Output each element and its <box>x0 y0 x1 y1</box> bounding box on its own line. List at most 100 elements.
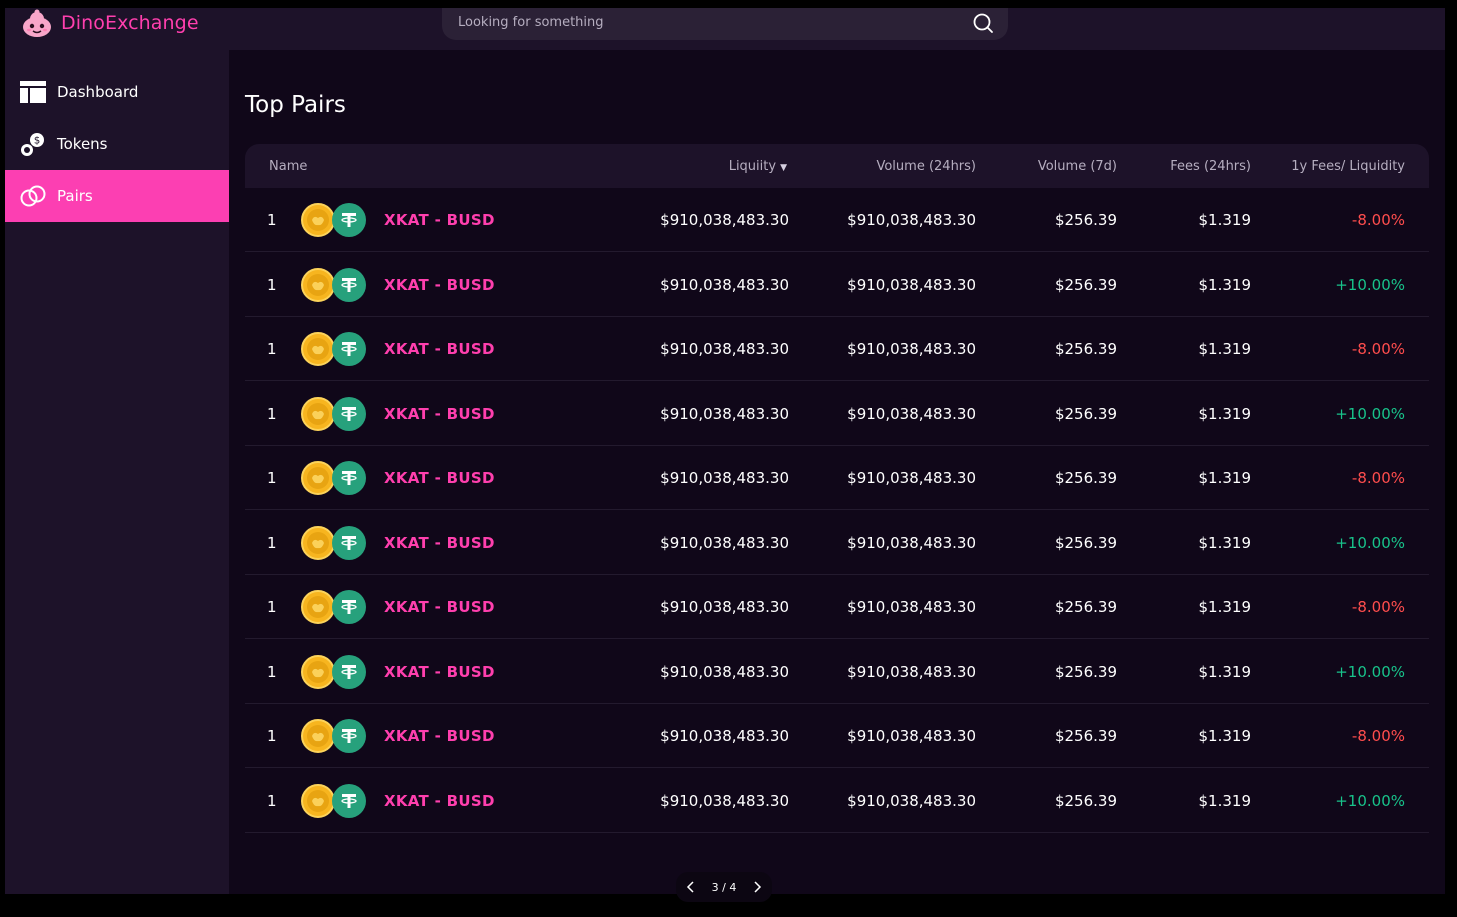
xkat-token-icon <box>301 461 335 495</box>
pair-name-link[interactable]: XKAT - BUSD <box>384 534 495 552</box>
pair-name-link[interactable]: XKAT - BUSD <box>384 405 495 423</box>
column-header-fees-liquidity[interactable]: 1y Fees/ Liquidity <box>1291 159 1405 174</box>
app-window: DinoExchange Dashboard <box>5 8 1445 894</box>
table-row[interactable]: 1 XKAT - BUSD $910,038,483.30 $910,038,483.… <box>245 575 1429 639</box>
pair-name-link[interactable]: XKAT - BUSD <box>384 792 495 810</box>
pair-name-link[interactable]: XKAT - BUSD <box>384 211 495 229</box>
rank-cell: 1 <box>267 727 277 745</box>
pair-token-icons <box>301 203 369 237</box>
volume-24h-cell: $910,038,483.30 <box>847 340 976 358</box>
pair-token-icons <box>301 590 369 624</box>
rank-cell: 1 <box>267 211 277 229</box>
volume-24h-cell: $910,038,483.30 <box>847 662 976 681</box>
pair-name-link[interactable]: XKAT - BUSD <box>384 276 495 294</box>
liquidity-cell: $910,038,483.30 <box>660 340 789 358</box>
fees-liquidity-cell: -8.00% <box>1351 727 1405 745</box>
table-row[interactable]: 1 XKAT - BUSD $910,038,483.30 $910,038,483.… <box>245 382 1429 446</box>
table-row[interactable]: 1 XKAT - BUSD $910,038,483.30 $910,038,483.… <box>245 640 1429 704</box>
svg-text:$: $ <box>34 136 40 147</box>
volume-24h-cell: $910,038,483.30 <box>847 211 976 229</box>
fees-liquidity-cell: +10.00% <box>1335 533 1405 552</box>
rank-cell: 1 <box>267 469 277 487</box>
column-header-fees-24h[interactable]: Fees (24hrs) <box>1170 159 1251 174</box>
chevron-right-icon[interactable] <box>750 880 764 894</box>
busd-token-icon <box>332 267 366 302</box>
chevron-left-icon[interactable] <box>684 880 698 894</box>
column-header-label: Liquiity <box>728 159 777 174</box>
pair-name-link[interactable]: XKAT - BUSD <box>384 340 495 358</box>
sidebar-item-dashboard[interactable]: Dashboard <box>5 66 229 118</box>
sidebar-item-tokens[interactable]: $ Tokens <box>5 118 229 170</box>
volume-7d-cell: $256.39 <box>1054 275 1117 294</box>
xkat-token-icon <box>301 332 335 366</box>
pair-token-icons <box>301 783 369 818</box>
fees-liquidity-cell: -8.00% <box>1351 211 1405 229</box>
column-header-name[interactable]: Name <box>269 159 307 174</box>
fees-liquidity-cell: -8.00% <box>1351 340 1405 358</box>
fees-liquidity-cell: -8.00% <box>1351 469 1405 487</box>
page-indicator: 3 / 4 <box>711 880 737 894</box>
pair-token-icons <box>301 654 369 689</box>
rank-cell: 1 <box>267 533 277 552</box>
pair-name-link[interactable]: XKAT - BUSD <box>384 727 495 745</box>
xkat-token-icon <box>301 267 335 302</box>
sidebar-item-label: Dashboard <box>57 83 139 101</box>
table-row[interactable]: 1 XKAT - BUSD $910,038,483.30 $910,038,483.… <box>245 704 1429 768</box>
sidebar: Dashboard $ Tokens Pairs <box>5 50 229 894</box>
volume-7d-cell: $256.39 <box>1054 727 1117 745</box>
busd-token-icon <box>332 332 366 366</box>
fees-24h-cell: $1.319 <box>1198 211 1252 229</box>
fees-24h-cell: $1.319 <box>1198 469 1252 487</box>
busd-token-icon <box>332 203 366 237</box>
table-row[interactable]: 1 XKAT - BUSD $910,038,483.30 $910,038,483.… <box>245 188 1429 252</box>
volume-24h-cell: $910,038,483.30 <box>847 727 976 745</box>
search-icon[interactable] <box>972 12 994 34</box>
fees-24h-cell: $1.319 <box>1198 275 1252 294</box>
sidebar-item-pairs[interactable]: Pairs <box>5 170 229 222</box>
volume-7d-cell: $256.39 <box>1054 340 1117 358</box>
liquidity-cell: $910,038,483.30 <box>660 727 789 745</box>
volume-7d-cell: $256.39 <box>1054 791 1117 810</box>
pairs-icon <box>20 183 46 209</box>
pair-token-icons <box>301 525 369 560</box>
busd-token-icon <box>332 654 366 689</box>
fees-24h-cell: $1.319 <box>1198 791 1252 810</box>
volume-24h-cell: $910,038,483.30 <box>847 469 976 487</box>
xkat-token-icon <box>301 654 335 689</box>
rank-cell: 1 <box>267 340 277 358</box>
busd-token-icon <box>332 783 366 818</box>
pair-name-link[interactable]: XKAT - BUSD <box>384 469 495 487</box>
table-row[interactable]: 1 XKAT - BUSD $910,038,483.30 $910,038,483.… <box>245 446 1429 510</box>
liquidity-cell: $910,038,483.30 <box>660 533 789 552</box>
fees-24h-cell: $1.319 <box>1198 598 1252 616</box>
column-header-liquidity[interactable]: Liquiity ▼ <box>729 159 787 174</box>
busd-token-icon <box>332 396 366 431</box>
table-row[interactable]: 1 XKAT - BUSD $910,038,483.30 $910,038,483.… <box>245 317 1429 381</box>
volume-7d-cell: $256.39 <box>1054 598 1117 616</box>
rank-cell: 1 <box>267 598 277 616</box>
volume-7d-cell: $256.39 <box>1054 404 1117 423</box>
pair-token-icons <box>301 267 369 302</box>
pair-token-icons <box>301 719 369 753</box>
pair-name-link[interactable]: XKAT - BUSD <box>384 598 495 616</box>
top-bar: DinoExchange <box>5 8 1445 50</box>
table-header: Name Liquiity ▼ Volume (24hrs) Volume (7d… <box>245 144 1429 188</box>
pair-name-link[interactable]: XKAT - BUSD <box>384 663 495 681</box>
volume-7d-cell: $256.39 <box>1054 211 1117 229</box>
table-row[interactable]: 1 XKAT - BUSD $910,038,483.30 $910,038,483.… <box>245 253 1429 317</box>
page-title: Top Pairs <box>245 92 346 118</box>
liquidity-cell: $910,038,483.30 <box>660 662 789 681</box>
table-row[interactable]: 1 XKAT - BUSD $910,038,483.30 $910,038,483.… <box>245 511 1429 575</box>
pair-token-icons <box>301 396 369 431</box>
logo[interactable]: DinoExchange <box>21 8 199 38</box>
volume-24h-cell: $910,038,483.30 <box>847 791 976 810</box>
column-header-volume-24h[interactable]: Volume (24hrs) <box>876 159 976 174</box>
sidebar-item-label: Tokens <box>57 135 108 153</box>
xkat-token-icon <box>301 525 335 560</box>
liquidity-cell: $910,038,483.30 <box>660 211 789 229</box>
table-row[interactable]: 1 XKAT - BUSD $910,038,483.30 $910,038,483.… <box>245 769 1429 833</box>
search-input[interactable] <box>458 8 958 36</box>
sidebar-item-label: Pairs <box>57 187 93 205</box>
volume-24h-cell: $910,038,483.30 <box>847 275 976 294</box>
column-header-volume-7d[interactable]: Volume (7d) <box>1038 159 1117 174</box>
